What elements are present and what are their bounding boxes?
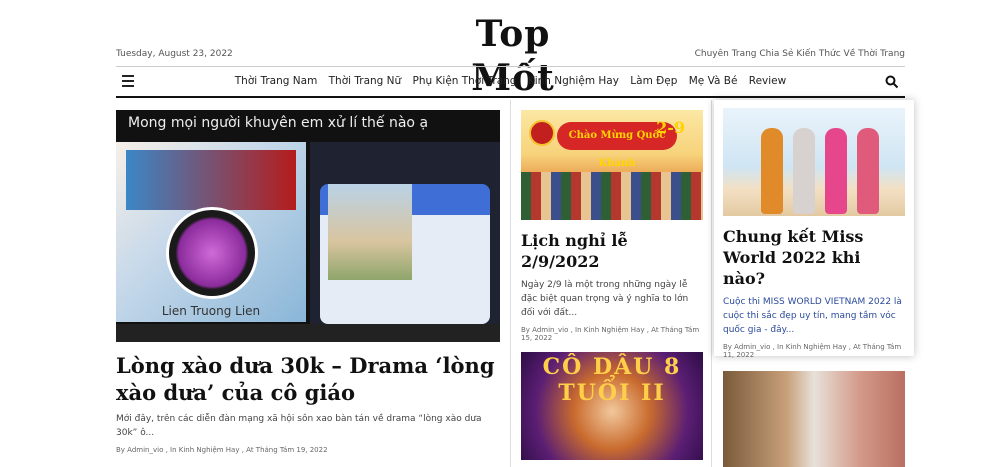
emblem-icon: [529, 120, 555, 146]
nav-item-kinh-nghiem-hay[interactable]: Kinh Nghiệm Hay: [528, 75, 619, 87]
image-title: CÔ DÂU 8 TUỔI II: [542, 354, 682, 406]
featured-image-caption: Mong mọi người khuyên em xử lí thế nào ạ: [128, 115, 429, 131]
post-card-2[interactable]: CÔ DÂU 8 TUỔI II: [521, 352, 703, 460]
image-crowd: [521, 172, 703, 220]
post-meta: By Admin_vio , In Kinh Nghiệm Hay , At T…: [521, 326, 700, 342]
avatar: [166, 207, 258, 299]
post-image-monkey[interactable]: [723, 371, 905, 467]
post-title[interactable]: Lịch nghỉ lễ 2/9/2022: [521, 230, 703, 272]
contestant: [761, 128, 783, 214]
nav-links: Thời Trang Nam Thời Trang Nữ Phụ Kiện Th…: [116, 75, 905, 87]
post-image-miss-world[interactable]: [723, 108, 905, 216]
contestant: [857, 128, 879, 214]
featured-excerpt: Mới đây, trên các diễn đàn mạng xã hội s…: [116, 414, 482, 438]
featured-post[interactable]: Mong mọi người khuyên em xử lí thế nào ạ…: [116, 110, 500, 454]
site-header: Tuesday, August 23, 2022 Top Mốt Chuyên …: [116, 0, 905, 99]
nav-item-thoi-trang-nam[interactable]: Thời Trang Nam: [235, 75, 318, 87]
profile-name: Lien Truong Lien: [161, 304, 261, 318]
nav-item-review[interactable]: Review: [749, 75, 786, 87]
featured-meta: By Admin_vio , In Kinh Nghiệm Hay , At T…: [116, 446, 328, 454]
profile-screenshot: Lien Truong Lien: [116, 142, 306, 322]
contestant: [793, 128, 815, 214]
post-image-quoc-khanh[interactable]: Chào Mừng Quốc Khánh 2-9: [521, 110, 703, 220]
featured-image[interactable]: Mong mọi người khuyên em xử lí thế nào ạ…: [116, 110, 500, 342]
featured-title[interactable]: Lòng xào dưa 30k – Drama ‘lòng xào dưa’ …: [116, 352, 500, 406]
image-strip: [116, 324, 500, 342]
hovered-post-card[interactable]: Chung kết Miss World 2022 khi nào? Cuộc …: [714, 100, 914, 359]
nav-item-thoi-trang-nu[interactable]: Thời Trang Nữ: [329, 75, 402, 87]
header-date: Tuesday, August 23, 2022: [116, 49, 233, 59]
search-icon[interactable]: [885, 74, 899, 89]
post-meta: By Admin_vio , In Kinh Nghiệm Hay , At T…: [723, 343, 902, 359]
main-nav: Thời Trang Nam Thời Trang Nữ Phụ Kiện Th…: [116, 66, 905, 98]
nav-item-me-va-be[interactable]: Mẹ Và Bé: [689, 75, 738, 87]
nav-item-lam-dep[interactable]: Làm Đẹp: [630, 75, 677, 87]
middle-column: Chào Mừng Quốc Khánh 2-9 Lịch nghỉ lễ 2/…: [510, 100, 712, 467]
image-number: 2-9: [656, 118, 685, 137]
phone-photo: [328, 184, 412, 280]
header-tagline: Chuyên Trang Chia Sẻ Kiến Thức Về Thời T…: [694, 49, 905, 59]
phone-screenshot: [310, 142, 500, 327]
post-card[interactable]: Chào Mừng Quốc Khánh 2-9 Lịch nghỉ lễ 2/…: [521, 110, 703, 342]
contestant: [825, 128, 847, 214]
post-card-miss-world[interactable]: Chung kết Miss World 2022 khi nào? Cuộc …: [723, 108, 905, 359]
post-excerpt: Cuộc thi MISS WORLD VIETNAM 2022 là cuộc…: [723, 297, 902, 335]
nav-item-phu-kien-thoi-trang[interactable]: Phụ Kiện Thời Trang: [413, 75, 517, 87]
profile-cover: [126, 150, 296, 210]
post-title[interactable]: Chung kết Miss World 2022 khi nào?: [723, 226, 905, 289]
post-image-co-dau[interactable]: CÔ DÂU 8 TUỔI II: [521, 352, 703, 460]
post-excerpt: Ngày 2/9 là một trong những ngày lễ đặc …: [521, 280, 689, 318]
